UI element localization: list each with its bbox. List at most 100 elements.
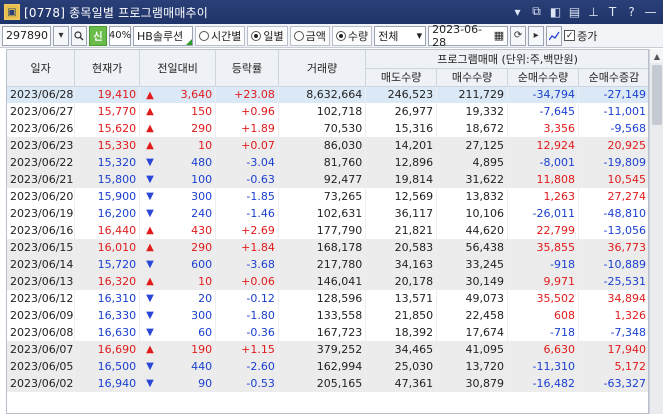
table-row[interactable]: 2023/06/09 16,330 ▼ 300 -1.80 133,558 21,850 22…	[7, 307, 648, 324]
cell-rate: +2.69	[215, 222, 279, 239]
cell-price: 16,940	[74, 375, 141, 392]
cell-rate: +23.08	[215, 86, 279, 103]
chart-icon[interactable]	[546, 25, 563, 46]
code-dropdown-icon[interactable]: ▾	[53, 25, 69, 46]
help-icon[interactable]: ?	[623, 3, 640, 20]
table-row[interactable]: 2023/06/16 16,440 ▲ 430 +2.69 177,790 21,821 44…	[7, 222, 648, 239]
cell-volume: 379,252	[278, 341, 367, 358]
cell-rate: -1.46	[215, 205, 279, 222]
cell-net-diff: 34,894	[578, 290, 648, 307]
table-row[interactable]: 2023/06/08 16,630 ▼ 60 -0.36 167,723 18,392 17,…	[7, 324, 648, 341]
radio-amount[interactable]: 금액	[289, 25, 330, 46]
cell-sell: 21,821	[365, 222, 438, 239]
split-window-icon[interactable]: ◧	[547, 3, 564, 20]
cell-sell: 13,571	[365, 290, 438, 307]
vertical-scrollbar[interactable]: ▲	[649, 49, 663, 414]
layout-icon[interactable]: ▤	[566, 3, 583, 20]
cell-rate: -0.63	[215, 171, 279, 188]
cell-rate: -0.36	[215, 324, 279, 341]
table-row[interactable]: 2023/06/20 15,900 ▼ 300 -1.85 73,265 12,569 13,…	[7, 188, 648, 205]
header-rate[interactable]: 등락률	[215, 50, 279, 87]
radio-time[interactable]: 시간별	[195, 25, 246, 46]
header-buy[interactable]: 매수수량	[436, 68, 509, 87]
search-icon[interactable]	[71, 25, 87, 46]
cell-rate: -3.68	[215, 256, 279, 273]
radio-amount-dot[interactable]	[293, 30, 304, 41]
stock-code-input[interactable]: 297890	[2, 25, 51, 46]
cell-net: 608	[507, 307, 579, 324]
menu-icon[interactable]: ▾	[509, 3, 526, 20]
calendar-icon[interactable]: ▦	[494, 29, 504, 42]
cell-net-diff: 1,326	[578, 307, 648, 324]
next-icon[interactable]: ▸	[528, 25, 545, 46]
cell-date: 2023/06/13	[7, 273, 76, 290]
cell-buy: 33,245	[436, 256, 509, 273]
header-date[interactable]: 일자	[7, 50, 76, 87]
cell-buy: 22,458	[436, 307, 509, 324]
cell-diff: ▲ 290	[139, 239, 217, 256]
cell-diff: ▼ 20	[139, 290, 217, 307]
cell-price: 15,900	[74, 188, 141, 205]
cell-net-diff: -7,348	[578, 324, 648, 341]
table-row[interactable]: 2023/06/07 16,690 ▲ 190 +1.15 379,252 34,465 41…	[7, 341, 648, 358]
link-window-icon[interactable]: ⧉	[528, 3, 545, 20]
header-sell[interactable]: 매도수량	[365, 68, 438, 87]
table-row[interactable]: 2023/06/12 16,310 ▼ 20 -0.12 128,596 13,571 49,…	[7, 290, 648, 307]
table-row[interactable]: 2023/06/19 16,200 ▼ 240 -1.46 102,631 36,117 10…	[7, 205, 648, 222]
market-select[interactable]: 전체 ▾	[374, 25, 427, 46]
cell-buy: 56,438	[436, 239, 509, 256]
cell-buy: 17,674	[436, 324, 509, 341]
cell-price: 15,620	[74, 120, 141, 137]
table-row[interactable]: 2023/06/27 15,770 ▲ 150 +0.96 102,718 26,977 19…	[7, 103, 648, 120]
header-volume[interactable]: 거래량	[278, 50, 367, 87]
increase-checkbox[interactable]: ✓ 증가	[564, 28, 597, 44]
cell-volume: 70,530	[278, 120, 367, 137]
cell-price: 15,800	[74, 171, 141, 188]
radio-quantity-dot[interactable]	[335, 30, 346, 41]
table-row[interactable]: 2023/06/14 15,720 ▼ 600 -3.68 217,780 34,163 33…	[7, 256, 648, 273]
cell-rate: +1.15	[215, 341, 279, 358]
pin-icon[interactable]: ⊥	[585, 3, 602, 20]
cell-net: -718	[507, 324, 579, 341]
cell-sell: 34,465	[365, 341, 438, 358]
cell-sell: 19,814	[365, 171, 438, 188]
cell-date: 2023/06/02	[7, 375, 76, 392]
cell-net-diff: -27,149	[578, 86, 648, 103]
cell-diff: ▼ 240	[139, 205, 217, 222]
cell-diff: ▲ 150	[139, 103, 217, 120]
cell-date: 2023/06/14	[7, 256, 76, 273]
header-price[interactable]: 현재가	[74, 50, 141, 87]
minimize-icon[interactable]: —	[642, 3, 659, 20]
cell-net-diff: -11,001	[578, 103, 648, 120]
table-row[interactable]: 2023/06/28 19,410 ▲ 3,640 +23.08 8,632,664 246…	[7, 86, 648, 103]
scroll-up-icon[interactable]: ▲	[650, 49, 663, 63]
cell-diff: ▼ 90	[139, 375, 217, 392]
down-arrow-icon: ▼	[146, 293, 154, 304]
table-row[interactable]: 2023/06/05 16,500 ▼ 440 -2.60 162,994 25,030 13…	[7, 358, 648, 375]
table-row[interactable]: 2023/06/22 15,320 ▼ 480 -3.04 81,760 12,896 4,8…	[7, 154, 648, 171]
radio-daily-dot[interactable]	[251, 30, 262, 41]
header-net-diff[interactable]: 순매수증감	[578, 68, 648, 87]
check-icon[interactable]: ✓	[564, 30, 576, 41]
table-row[interactable]: 2023/06/23 15,330 ▲ 10 +0.07 86,030 14,201 27,1…	[7, 137, 648, 154]
header-prev-diff[interactable]: 전일대비	[139, 50, 217, 87]
radio-time-dot[interactable]	[199, 30, 209, 41]
radio-daily[interactable]: 일별	[247, 25, 288, 46]
font-size-icon[interactable]: T	[604, 3, 621, 20]
date-input[interactable]: 2023-06-28 ▦	[428, 23, 509, 49]
cell-rate: +1.89	[215, 120, 279, 137]
cell-volume: 86,030	[278, 137, 367, 154]
table-row[interactable]: 2023/06/02 16,940 ▼ 90 -0.53 205,165 47,361 30,…	[7, 375, 648, 392]
scroll-thumb[interactable]	[652, 65, 662, 125]
cell-volume: 205,165	[278, 375, 367, 392]
header-net[interactable]: 순매수수량	[507, 68, 579, 87]
table-row[interactable]: 2023/06/15 16,010 ▲ 290 +1.84 168,178 20,583 56…	[7, 239, 648, 256]
table-row[interactable]: 2023/06/21 15,800 ▼ 100 -0.63 92,477 19,814 31,…	[7, 171, 648, 188]
refresh-icon[interactable]: ⟳	[510, 25, 527, 46]
radio-quantity[interactable]: 수량	[331, 25, 373, 46]
cell-volume: 146,041	[278, 273, 367, 290]
table-row[interactable]: 2023/06/26 15,620 ▲ 290 +1.89 70,530 15,316 18,…	[7, 120, 648, 137]
cell-net-diff: 17,940	[578, 341, 648, 358]
table-row[interactable]: 2023/06/13 16,320 ▲ 10 +0.06 146,041 20,178 30,…	[7, 273, 648, 290]
cell-net-diff: 27,274	[578, 188, 648, 205]
